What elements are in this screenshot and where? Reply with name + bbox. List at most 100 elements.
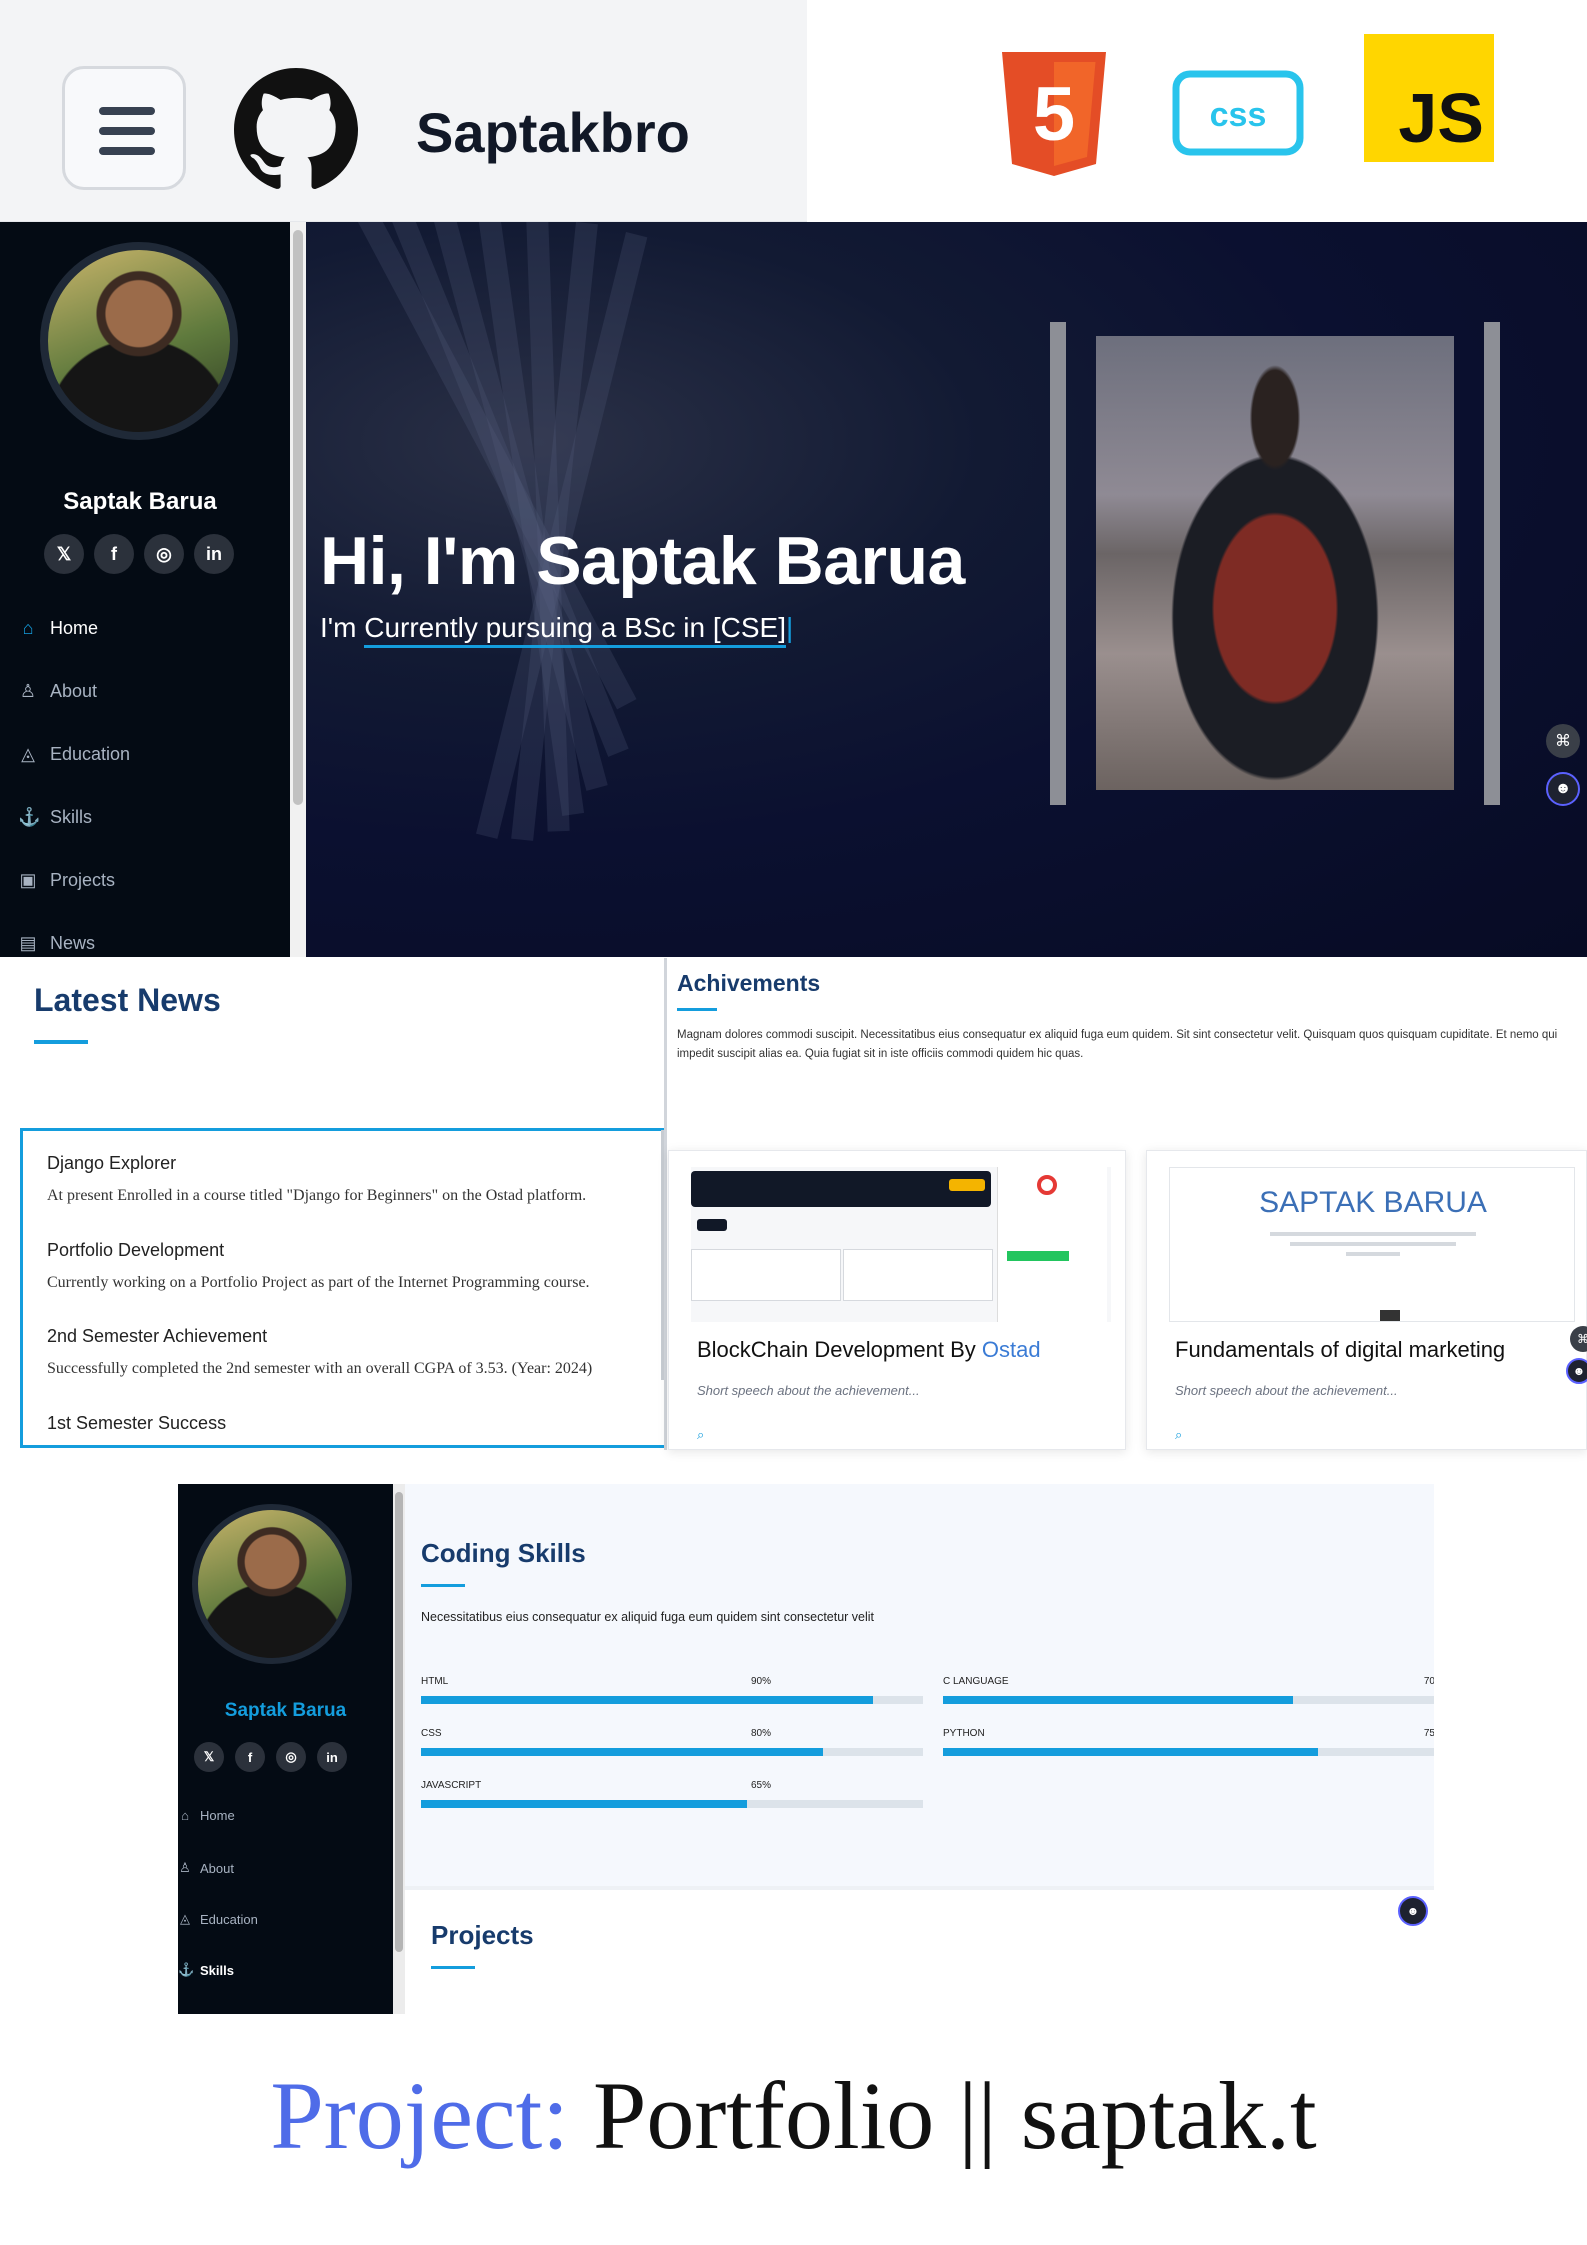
sidebar-scrollbar[interactable] <box>290 222 306 957</box>
sidebar-item-label: About <box>200 1860 234 1876</box>
news-item-text: At present Enrolled in a course titled "… <box>47 1187 587 1204</box>
card-title-text: BlockChain Development By <box>697 1337 982 1362</box>
sidebar-item-about[interactable]: ♙ About <box>18 681 97 702</box>
anchor-icon: ⚓ <box>178 1962 195 1977</box>
chatbot-icon[interactable]: ☻ <box>1398 1896 1428 1926</box>
css-logo: css <box>1172 70 1304 156</box>
news-item-title: 2nd Semester Achievement <box>47 1326 268 1346</box>
facebook-icon[interactable]: f <box>94 534 134 574</box>
skills-screenshot: Saptak Barua 𝕏 f ◎ in ⌂ Home ♙ About ◬ Educ… <box>178 1484 1434 2014</box>
certificate-name: SAPTAK BARUA <box>1259 1186 1487 1219</box>
sidebar: Saptak Barua 𝕏 f ◎ in ⌂ Home ♙ About ◬ Educ… <box>0 222 290 957</box>
sidebar-item-about[interactable]: ♙ About <box>178 1860 234 1876</box>
achievements-title-underline <box>677 1008 717 1011</box>
photo-frame-right <box>1484 322 1500 805</box>
brand-name: Saptakbro <box>416 101 690 164</box>
hero-subtitle-prefix: I'm <box>320 612 365 643</box>
sidebar-item-label: Home <box>200 1808 235 1823</box>
sidebar-item-projects[interactable]: ▣ Projects <box>18 870 115 891</box>
zoom-icon[interactable]: ⌕ <box>1175 1427 1182 1443</box>
css-logo-label: css <box>1210 96 1267 134</box>
graduation-icon: ◬ <box>21 744 35 764</box>
card-description: Short speech about the achievement... <box>1175 1383 1398 1398</box>
instagram-icon[interactable]: ◎ <box>276 1742 306 1772</box>
hero-main: Hi, I'm Saptak Barua I'm Currently pursu… <box>306 222 1587 957</box>
sidebar-scrollbar[interactable] <box>393 1484 405 2014</box>
caption-text: Portfolio || saptak.t <box>568 2062 1317 2169</box>
achievement-card[interactable]: BlockChain Development By Ostad Short sp… <box>668 1150 1126 1450</box>
linkedin-icon[interactable]: in <box>194 534 234 574</box>
hero-section: Saptak Barua 𝕏 f ◎ in ⌂ Home ♙ About ◬ Educ… <box>0 222 1587 957</box>
sidebar-item-home[interactable]: ⌂ Home <box>178 1808 235 1823</box>
sidebar-item-home[interactable]: ⌂ Home <box>18 618 98 639</box>
news-item-text: Currently working on a Portfolio Project… <box>47 1274 590 1291</box>
skills-section: Coding Skills Necessitatibus eius conseq… <box>405 1484 1434 1886</box>
x-icon[interactable]: 𝕏 <box>44 534 84 574</box>
facebook-icon[interactable]: f <box>235 1742 265 1772</box>
zoom-icon[interactable]: ⌕ <box>697 1427 704 1443</box>
projects-title: Projects <box>431 1920 534 1950</box>
sidebar-item-news[interactable]: ▤ News <box>18 933 95 954</box>
news-title-underline <box>34 1040 88 1044</box>
hero-typed-text: Currently pursuing a BSc in [CSE] <box>364 612 786 648</box>
html5-logo: 5 <box>1002 52 1106 176</box>
x-icon[interactable]: 𝕏 <box>194 1742 224 1772</box>
sidebar-item-label: Skills <box>200 1962 234 1978</box>
hero-title: Hi, I'm Saptak Barua <box>320 523 965 599</box>
github-icon[interactable] <box>234 68 358 192</box>
typing-caret: | <box>785 612 794 643</box>
card-title-accent[interactable]: Ostad <box>982 1337 1041 1362</box>
chatbot-icon[interactable]: ☻ <box>1566 1358 1587 1384</box>
instagram-icon[interactable]: ◎ <box>144 534 184 574</box>
projects-title-underline <box>431 1966 475 1969</box>
command-icon[interactable]: ⌘ <box>1546 724 1580 758</box>
hero-photo <box>1096 336 1454 790</box>
profile-avatar <box>40 242 238 440</box>
linkedin-icon[interactable]: in <box>317 1742 347 1772</box>
caption-keyword: Project: <box>270 2062 569 2169</box>
sidebar-item-education[interactable]: ◬ Education <box>178 1911 258 1927</box>
news-item-text: Successfully completed the 2nd semester … <box>47 1360 593 1377</box>
certificate-thumbnail: SAPTAK BARUA <box>1169 1167 1575 1322</box>
hamburger-menu-button[interactable] <box>62 66 186 190</box>
js-logo-label: JS <box>1398 79 1484 157</box>
person-icon: ♙ <box>179 1860 191 1875</box>
card-title: BlockChain Development By Ostad <box>697 1337 1041 1363</box>
news-item-title: Django Explorer <box>47 1153 177 1173</box>
skill-bar-fill <box>943 1696 1293 1704</box>
person-icon: ♙ <box>19 681 37 701</box>
document-icon: ▤ <box>19 933 37 953</box>
skills-title: Coding Skills <box>421 1538 586 1568</box>
hero-subtitle: I'm Currently pursuing a BSc in [CSE]| <box>320 612 794 648</box>
chatbot-icon[interactable]: ☻ <box>1546 772 1580 806</box>
skills-intro: Necessitatibus eius consequatur ex aliqu… <box>421 1610 875 1624</box>
top-banner: Saptakbro <box>0 0 807 222</box>
sidebar-name: Saptak Barua <box>224 1700 347 1721</box>
graduation-icon: ◬ <box>180 1911 190 1926</box>
skill-bar <box>943 1748 1434 1756</box>
achievements-title: Achivements <box>677 970 821 996</box>
achievement-card[interactable]: SAPTAK BARUA Fundamentals of digital mar… <box>1146 1150 1587 1450</box>
projects-section: Projects ☻ <box>405 1886 1434 2014</box>
skill-percent: 80% <box>750 1728 771 1739</box>
profile-avatar <box>192 1504 352 1664</box>
skill-bar-fill <box>421 1748 823 1756</box>
sidebar-item-label: Education <box>200 1911 258 1927</box>
skill-bar-fill <box>421 1696 873 1704</box>
skill-label: CSS <box>421 1728 442 1739</box>
sidebar-item-label: About <box>50 681 98 701</box>
sidebar-item-label: Home <box>50 618 99 638</box>
sidebar-item-education[interactable]: ◬ Education <box>18 744 130 765</box>
skill-label: HTML <box>421 1676 449 1687</box>
skill-bar <box>421 1748 923 1756</box>
sidebar-item-label: Projects <box>50 870 116 890</box>
skill-bar <box>421 1696 923 1704</box>
sidebar-item-skills[interactable]: ⚓ Skills <box>178 1962 234 1978</box>
news-item-title: 1st Semester Success <box>47 1413 227 1433</box>
js-logo: JS <box>1364 34 1494 162</box>
sidebar-item-label: News <box>50 933 96 953</box>
sidebar-item-skills[interactable]: ⚓ Skills <box>18 807 92 828</box>
skill-percent: 75 <box>1423 1728 1434 1739</box>
skill-bar-fill <box>943 1748 1318 1756</box>
skill-label: JAVASCRIPT <box>421 1780 482 1791</box>
